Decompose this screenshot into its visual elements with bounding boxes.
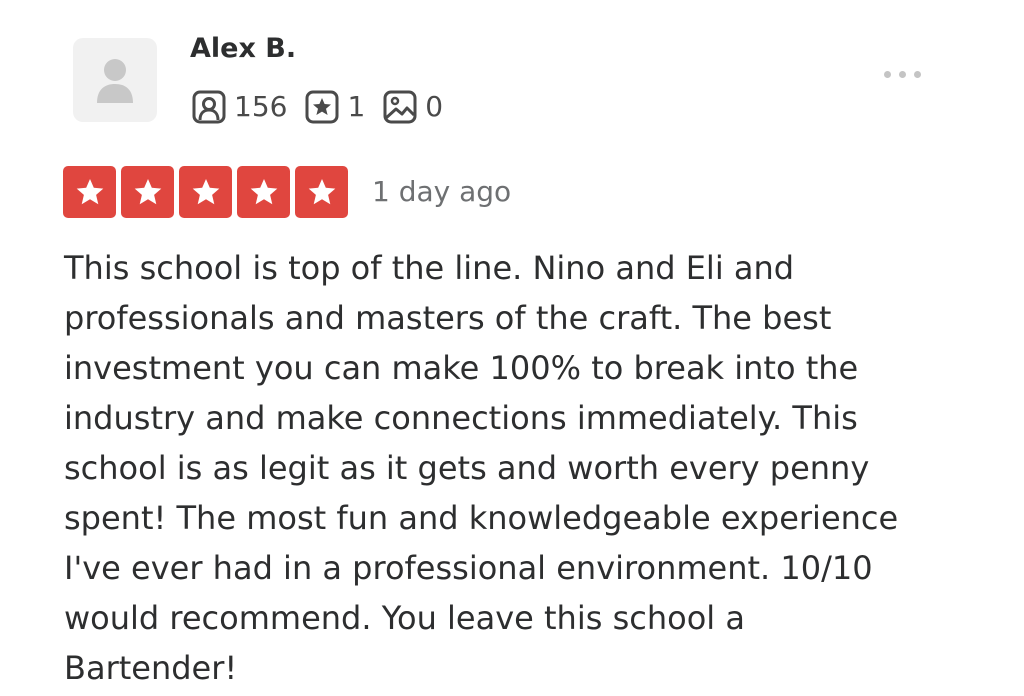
review-text: This school is top of the line. Nino and…	[64, 249, 899, 687]
review-star-icon	[305, 90, 339, 124]
more-options-button[interactable]	[870, 62, 934, 86]
star-icon	[134, 179, 161, 205]
avatar[interactable]	[73, 38, 157, 122]
rating-row: 1 day ago	[63, 166, 511, 218]
star-3	[179, 166, 232, 218]
user-silhouette-icon	[97, 59, 133, 103]
star-icon	[308, 179, 335, 205]
star-icon	[192, 179, 219, 205]
star-2	[121, 166, 174, 218]
reviews-stat: 1	[305, 88, 365, 126]
star-icon	[76, 179, 103, 205]
photos-count: 0	[425, 90, 444, 123]
star-icon	[250, 179, 277, 205]
star-4	[237, 166, 290, 218]
friends-icon	[192, 90, 226, 124]
review-card: Alex B. 156 1 0 1 day ago This school is…	[0, 0, 1024, 696]
star-5	[295, 166, 348, 218]
star-1	[63, 166, 116, 218]
more-options-icon	[913, 70, 921, 78]
star-rating	[63, 166, 348, 218]
user-stats: 156 1 0	[192, 88, 461, 126]
friends-count: 156	[234, 90, 288, 123]
more-options-icon	[898, 70, 906, 78]
friends-stat: 156	[192, 88, 287, 126]
review-date: 1 day ago	[372, 175, 512, 208]
reviews-count: 1	[347, 90, 366, 123]
photo-icon	[383, 90, 417, 124]
user-name[interactable]: Alex B.	[190, 30, 296, 68]
photos-stat: 0	[383, 88, 443, 126]
more-options-icon	[883, 70, 891, 78]
